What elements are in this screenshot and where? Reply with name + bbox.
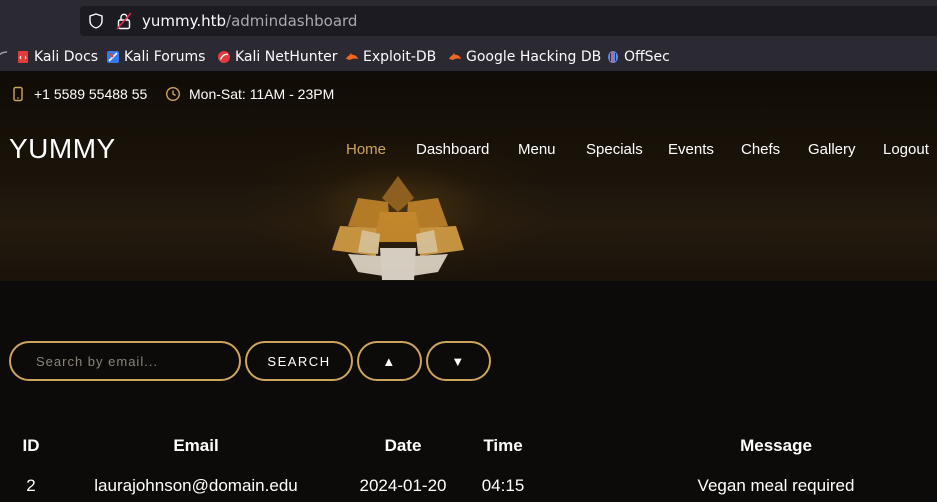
bookmark-label: Google Hacking DB	[466, 49, 602, 65]
bookmark-partial-icon	[0, 50, 8, 64]
bookmark-label: Exploit-DB	[363, 49, 437, 65]
cell-email: laurajohnson@domain.edu	[94, 476, 298, 495]
column-header-time: Time	[483, 436, 523, 455]
column-header-id: ID	[22, 436, 40, 455]
search-button[interactable]: SEARCH	[245, 341, 353, 381]
nav-logout[interactable]: Logout	[883, 141, 929, 158]
url-host: yummy.htb	[142, 12, 227, 30]
bookmark-label: Kali Docs	[34, 49, 99, 65]
bookmark-kali-nethunter[interactable]: Kali NetHunter	[217, 48, 337, 66]
sort-descending-button[interactable]: ▼	[426, 341, 491, 381]
bookmark-google-hacking-db[interactable]: Google Hacking DB	[448, 48, 601, 66]
kali-docs-icon	[16, 50, 30, 64]
nav-specials[interactable]: Specials	[586, 141, 643, 158]
sort-ascending-button[interactable]: ▲	[357, 341, 422, 381]
pendant-lamp-image	[332, 176, 464, 280]
clock-icon	[165, 86, 181, 102]
hours-info: Mon-Sat: 11AM - 23PM	[165, 84, 334, 104]
email-search-input[interactable]	[9, 341, 241, 381]
phone-number: +1 5589 55488 55	[34, 86, 148, 102]
offsec-icon	[606, 50, 620, 64]
opening-hours: Mon-Sat: 11AM - 23PM	[189, 86, 335, 102]
kali-nethunter-icon	[217, 50, 231, 64]
url-path: /admindashboard	[226, 12, 358, 30]
reservations-table: ID Email Date Time Message 2 laurajohnso…	[0, 431, 937, 502]
insecure-lock-icon[interactable]	[116, 12, 132, 30]
url-text[interactable]: yummy.htb/admindashboard	[142, 12, 357, 30]
topbar: +1 5589 55488 55 Mon-Sat: 11AM - 23PM	[0, 73, 937, 113]
nav-chefs[interactable]: Chefs	[741, 141, 780, 158]
tracking-shield-icon[interactable]	[88, 13, 104, 29]
kali-forums-icon	[106, 50, 120, 64]
phone-icon	[13, 86, 23, 102]
nav-menu[interactable]: Menu	[518, 141, 556, 158]
bookmark-label: Kali NetHunter	[235, 49, 338, 65]
bookmark-exploit-db[interactable]: Exploit-DB	[345, 48, 436, 66]
nav-events[interactable]: Events	[668, 141, 714, 158]
main-nav: Home Dashboard Menu Specials Events Chef…	[0, 141, 937, 161]
browser-toolbar: yummy.htb/admindashboard	[0, 0, 937, 42]
website: +1 5589 55488 55 Mon-Sat: 11AM - 23PM YU…	[0, 73, 937, 502]
nav-home[interactable]: Home	[346, 141, 386, 158]
bookmark-kali-forums[interactable]: Kali Forums	[106, 48, 205, 66]
cell-date: 2024-01-20	[359, 476, 447, 495]
bookmark-label: OffSec	[624, 49, 670, 65]
bookmark-offsec[interactable]: OffSec	[606, 48, 670, 66]
phone-info: +1 5589 55488 55	[10, 84, 147, 104]
column-header-email: Email	[173, 436, 219, 455]
search-controls: SEARCH ▲ ▼	[0, 341, 937, 381]
nav-gallery[interactable]: Gallery	[808, 141, 856, 158]
bookmark-label: Kali Forums	[124, 49, 206, 65]
bookmark-partial[interactable]	[0, 48, 8, 66]
exploit-db-icon	[345, 50, 359, 64]
ghdb-icon	[448, 50, 462, 64]
hero-banner: +1 5589 55488 55 Mon-Sat: 11AM - 23PM YU…	[0, 73, 937, 281]
bookmarks-toolbar: Kali Docs Kali Forums Kali NetHunter Exp…	[0, 42, 937, 72]
nav-dashboard[interactable]: Dashboard	[416, 141, 489, 158]
column-header-message: Message	[740, 436, 812, 455]
cell-id: 2	[26, 476, 36, 495]
bookmark-kali-docs[interactable]: Kali Docs	[16, 48, 98, 66]
column-header-date: Date	[384, 436, 422, 455]
address-bar[interactable]: yummy.htb/admindashboard	[80, 6, 937, 36]
cell-message: Vegan meal required	[697, 476, 855, 495]
cell-time: 04:15	[481, 476, 525, 495]
